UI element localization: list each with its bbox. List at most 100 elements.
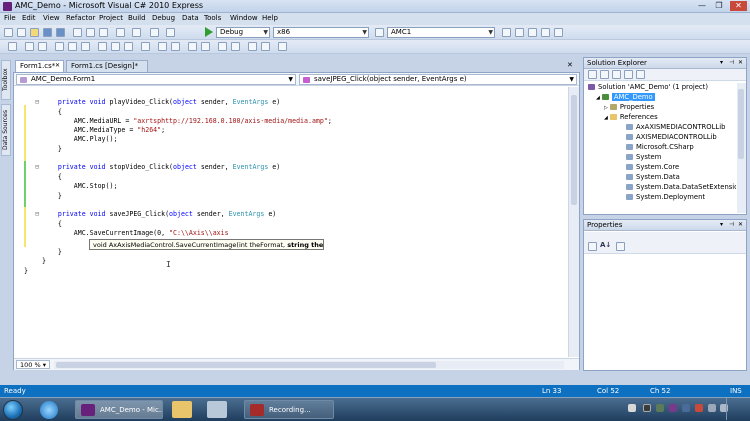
code-area[interactable]: ⊟ ⊟ ⊟ private void playVideo_Click(objec… — [14, 87, 567, 357]
tree-item-reference[interactable]: System — [586, 153, 736, 163]
tree-item-reference[interactable]: System.Data.DataSetExtensions — [586, 183, 736, 193]
collapse-arrow-icon[interactable]: ◢ — [596, 95, 600, 101]
menu-project[interactable]: Project — [99, 14, 123, 22]
menu-view[interactable]: View — [43, 14, 60, 22]
redo-icon[interactable] — [132, 28, 141, 37]
menu-help[interactable]: Help — [262, 14, 278, 22]
pin-icon[interactable]: ⊣ — [729, 59, 734, 66]
network-icon[interactable] — [708, 404, 716, 412]
show-desktop-button[interactable] — [726, 398, 748, 420]
make-same-size-icon[interactable] — [124, 42, 133, 51]
undo-icon[interactable] — [116, 28, 125, 37]
tree-item-reference[interactable]: AXISMEDIACONTROLLib — [586, 133, 736, 143]
menu-file[interactable]: File — [4, 14, 16, 22]
find-combo[interactable]: AMC1 ▼ — [387, 27, 495, 38]
maximize-button[interactable]: ❐ — [712, 1, 726, 11]
horizontal-spacing-icon[interactable] — [158, 42, 167, 51]
desktop-window-icon[interactable] — [207, 401, 227, 418]
close-icon[interactable]: ✕ — [738, 59, 743, 66]
internet-explorer-icon[interactable] — [40, 401, 58, 419]
open-file-icon[interactable] — [30, 28, 39, 37]
tree-item-properties[interactable]: ▷ Properties — [586, 103, 736, 113]
windows-explorer-icon[interactable] — [172, 401, 192, 418]
platform-combo[interactable]: x86 ▼ — [273, 27, 369, 38]
make-same-height-icon[interactable] — [111, 42, 120, 51]
tree-item-reference[interactable]: Microsoft.CSharp — [586, 143, 736, 153]
cut-icon[interactable] — [73, 28, 82, 37]
zoom-combo[interactable]: 100 % ▾ — [16, 360, 50, 369]
tree-item-solution[interactable]: Solution 'AMC_Demo' (1 project) — [586, 83, 736, 93]
menu-tools[interactable]: Tools — [204, 14, 221, 22]
center-vertically-icon[interactable] — [231, 42, 240, 51]
tree-item-reference[interactable]: System.Core — [586, 163, 736, 173]
save-all-icon[interactable] — [56, 28, 65, 37]
menu-debug[interactable]: Debug — [152, 14, 175, 22]
object-browser-icon[interactable] — [528, 28, 537, 37]
find-in-files-icon[interactable] — [375, 28, 384, 37]
collapse-outline-icon[interactable]: ⊟ — [35, 210, 39, 218]
center-horizontally-icon[interactable] — [218, 42, 227, 51]
menu-build[interactable]: Build — [128, 14, 146, 22]
member-dropdown[interactable]: saveJPEG_Click(object sender, EventArgs … — [299, 74, 577, 85]
decrease-spacing-icon[interactable] — [201, 42, 210, 51]
close-icon[interactable]: ✕ — [567, 61, 573, 69]
class-dropdown[interactable]: AMC_Demo.Form1 ▼ — [16, 74, 296, 85]
tray-chevron-icon[interactable] — [628, 404, 636, 412]
scroll-thumb[interactable] — [738, 89, 744, 159]
bluetooth-icon[interactable] — [643, 404, 651, 412]
solution-config-combo[interactable]: Debug ▼ — [216, 27, 270, 38]
start-page-icon[interactable] — [554, 28, 563, 37]
pin-icon[interactable]: ⊣ — [729, 221, 734, 228]
scroll-thumb[interactable] — [571, 95, 577, 205]
tab-form1-design[interactable]: Form1.cs [Design]* — [66, 60, 148, 72]
refresh-icon[interactable] — [612, 70, 621, 79]
menu-data[interactable]: Data — [182, 14, 199, 22]
categorized-icon[interactable] — [588, 242, 597, 251]
code-editor[interactable]: AMC_Demo.Form1 ▼ saveJPEG_Click(object s… — [13, 72, 580, 370]
new-project-icon[interactable] — [4, 28, 13, 37]
expand-arrow-icon[interactable]: ▷ — [604, 105, 608, 111]
tree-item-reference[interactable]: System.Data — [586, 173, 736, 183]
menu-edit[interactable]: Edit — [22, 14, 36, 22]
navigate-backward-icon[interactable] — [150, 28, 159, 37]
flag-icon[interactable] — [695, 404, 703, 412]
collapse-outline-icon[interactable]: ⊟ — [35, 98, 39, 106]
chevron-down-icon[interactable]: ▾ — [720, 59, 723, 66]
align-rights-icon[interactable] — [38, 42, 47, 51]
tree-item-reference[interactable]: System.Deployment — [586, 193, 736, 203]
copy-icon[interactable] — [86, 28, 95, 37]
align-bottoms-icon[interactable] — [81, 42, 90, 51]
make-same-width-icon[interactable] — [98, 42, 107, 51]
navigate-forward-icon[interactable] — [166, 28, 175, 37]
view-code-icon[interactable] — [624, 70, 633, 79]
show-all-files-icon[interactable] — [600, 70, 609, 79]
align-lefts-icon[interactable] — [8, 42, 17, 51]
close-icon[interactable]: ✕ — [55, 62, 60, 69]
send-to-back-icon[interactable] — [261, 42, 270, 51]
chevron-down-icon[interactable]: ▾ — [720, 221, 723, 228]
tree-item-references[interactable]: ◢ References — [586, 113, 736, 123]
start-debugging-icon[interactable] — [205, 27, 213, 37]
view-designer-icon[interactable] — [636, 70, 645, 79]
vertical-spacing-icon[interactable] — [188, 42, 197, 51]
close-button[interactable]: ✕ — [730, 1, 747, 11]
vertical-scrollbar[interactable] — [737, 83, 746, 213]
align-centers-icon[interactable] — [25, 42, 34, 51]
taskbar-visual-studio[interactable]: AMC_Demo - Mic... — [75, 400, 163, 419]
alphabetical-sort-icon[interactable]: A↓ — [600, 241, 611, 249]
tab-order-icon[interactable] — [278, 42, 287, 51]
menu-window[interactable]: Window — [230, 14, 258, 22]
align-middles-icon[interactable] — [68, 42, 77, 51]
properties-icon[interactable] — [588, 70, 597, 79]
display-icon[interactable] — [682, 404, 690, 412]
tree-item-project[interactable]: ◢ AMC_Demo — [586, 93, 736, 103]
bring-to-front-icon[interactable] — [248, 42, 257, 51]
close-icon[interactable]: ✕ — [738, 221, 743, 228]
save-icon[interactable] — [43, 28, 52, 37]
vertical-scrollbar[interactable] — [568, 87, 579, 357]
paste-icon[interactable] — [99, 28, 108, 37]
property-pages-icon[interactable] — [616, 242, 625, 251]
taskbar-recording[interactable]: Recording... — [244, 400, 334, 419]
menu-refactor[interactable]: Refactor — [66, 14, 95, 22]
solution-explorer-icon[interactable] — [502, 28, 511, 37]
